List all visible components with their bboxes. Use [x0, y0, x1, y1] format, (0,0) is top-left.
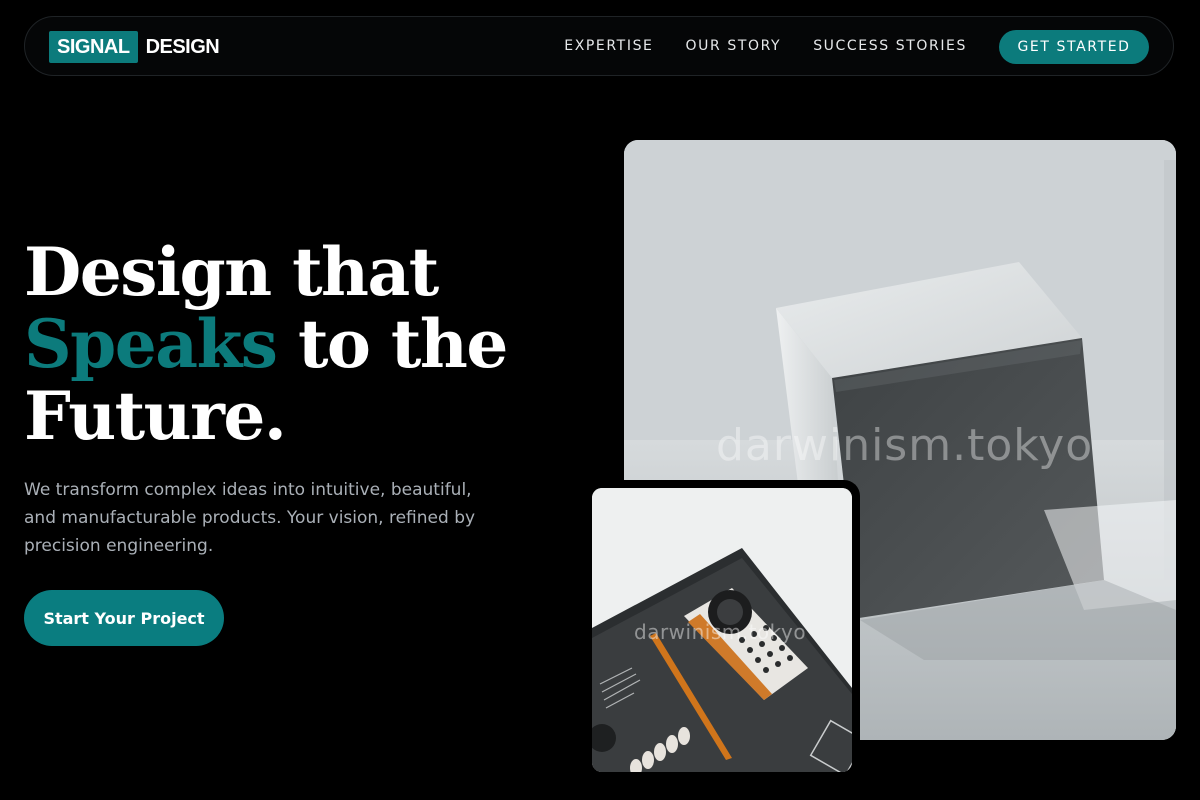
- nav-success-stories[interactable]: SUCCESS STORIES: [813, 38, 967, 54]
- headline-line-3: Future.: [24, 377, 287, 455]
- headline-accent-word: Speaks: [24, 305, 278, 383]
- headline-line-2: to the: [276, 305, 508, 383]
- top-navbar: SIGNAL DESIGN EXPERTISE OUR STORY SUCCES…: [24, 16, 1174, 76]
- nav-our-story[interactable]: OUR STORY: [686, 38, 782, 54]
- main-menu: EXPERTISE OUR STORY SUCCESS STORIES: [564, 17, 967, 75]
- logo-text: DESIGN: [145, 35, 220, 58]
- start-project-button[interactable]: Start Your Project: [24, 590, 224, 646]
- product-device-photo: [592, 488, 852, 772]
- nav-expertise[interactable]: EXPERTISE: [564, 38, 653, 54]
- hero-subcopy: We transform complex ideas into intuitiv…: [24, 480, 476, 556]
- hero-headline: Design that Speaks to the Future.: [24, 236, 544, 452]
- brand-logo[interactable]: SIGNAL DESIGN: [49, 31, 220, 63]
- logo-highlight: SIGNAL: [49, 31, 138, 63]
- headline-line-1: Design that: [24, 233, 439, 311]
- get-started-button[interactable]: GET STARTED: [999, 30, 1149, 64]
